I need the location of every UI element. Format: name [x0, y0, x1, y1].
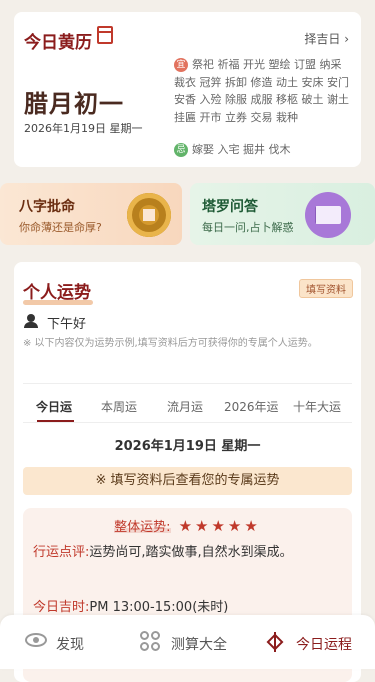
- coin-icon: [127, 193, 171, 237]
- fortune-date: 2026年1月19日 星期一: [114, 439, 261, 454]
- fill-profile-button[interactable]: 填写资料: [299, 279, 353, 298]
- divider: [23, 422, 352, 423]
- lucky-label: 今日吉时:: [33, 600, 90, 615]
- lucky-time: PM 13:00-15:00(未时): [89, 600, 229, 615]
- calendar-icon: [97, 26, 113, 44]
- comment-text: 运势尚可,踏实做事,自然水到渠成。: [89, 545, 293, 560]
- nav-tools-label: 测算大全: [171, 637, 227, 653]
- tab-week[interactable]: 本周运: [101, 398, 137, 415]
- yunshi-title: 个人运势: [23, 283, 91, 303]
- user-icon: [24, 314, 38, 328]
- knot-icon: [265, 632, 285, 652]
- tab-year[interactable]: 2026年运: [224, 398, 279, 415]
- lunar-date: 腊月初一: [24, 90, 124, 118]
- lucky-time-row: 今日吉时:PM 13:00-15:00(未时): [33, 596, 228, 615]
- choose-date-link[interactable]: 择吉日 ›: [304, 30, 349, 47]
- fill-hint-bar[interactable]: ※ 填写资料后查看您的专属运势: [23, 467, 352, 495]
- promo-tarot[interactable]: 塔罗问答 每日一问,占卜解惑: [190, 183, 375, 245]
- huangli-title: 今日黄历: [24, 33, 92, 53]
- huangli-card[interactable]: 今日黄历 择吉日 › 腊月初一 2026年1月19日 星期一 宜 祭祀 祈福 开…: [14, 12, 361, 167]
- yi-list: 祭祀 祈福 开光 塑绘 订盟 纳采 裁衣 冠笄 拆卸 修造 动土 安床 安门 安…: [174, 58, 349, 124]
- ji-list: 嫁娶 入宅 掘井 伐木: [192, 143, 291, 156]
- promo-bazi[interactable]: 八字批命 你命薄还是命厚?: [0, 183, 182, 245]
- comment-label: 行运点评:: [33, 545, 90, 560]
- promo-bazi-subtitle: 你命薄还是命厚?: [19, 221, 102, 234]
- bottom-nav: 发现 测算大全 今日运程: [0, 615, 375, 669]
- star-rating: ★★★★★: [178, 517, 261, 535]
- tab-decade[interactable]: 十年大运: [293, 398, 341, 415]
- promo-tarot-title: 塔罗问答: [202, 199, 258, 215]
- overall-label: 整体运势:: [114, 516, 171, 535]
- ji-badge: 忌: [174, 143, 188, 157]
- grid-icon: [140, 631, 162, 653]
- promo-tarot-subtitle: 每日一问,占卜解惑: [202, 221, 294, 234]
- comment-row: 行运点评:运势尚可,踏实做事,自然水到渠成。: [33, 542, 351, 563]
- nav-today-label: 今日运程: [296, 637, 352, 653]
- tab-today[interactable]: 今日运: [36, 398, 72, 415]
- nav-discover-label: 发现: [56, 637, 84, 653]
- overall-row: 整体运势: ★★★★★: [23, 516, 352, 535]
- solar-date: 2026年1月19日 星期一: [24, 122, 143, 135]
- book-icon: [305, 192, 351, 238]
- tab-month[interactable]: 流月运: [167, 398, 203, 415]
- eye-icon: [25, 633, 47, 647]
- greeting: 下午好: [47, 317, 87, 332]
- sample-notice: ※ 以下内容仅为运势示例,填写资料后方可获得你的专属个人运势。: [23, 338, 318, 349]
- divider: [23, 383, 352, 384]
- promo-bazi-title: 八字批命: [19, 199, 75, 215]
